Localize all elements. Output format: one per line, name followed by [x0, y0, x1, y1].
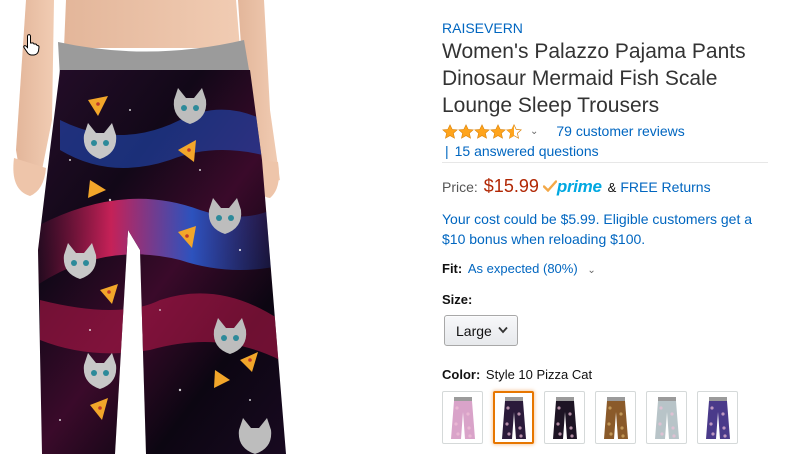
swatch-pants-thumbnail	[552, 396, 577, 439]
size-label: Size:	[442, 292, 473, 307]
price-value: $15.99	[483, 176, 539, 196]
color-selected-value: Style 10 Pizza Cat	[485, 367, 593, 382]
customer-reviews-link[interactable]: 79 customer reviews	[556, 123, 684, 139]
star-rating[interactable]	[442, 123, 522, 139]
chevron-down-icon	[498, 326, 508, 334]
qa-row: | 15 answered questions	[442, 143, 599, 159]
prime-check-icon	[542, 180, 557, 192]
swatch-pants-thumbnail	[603, 396, 628, 439]
price-label: Price:	[442, 179, 478, 195]
swatch-pants-thumbnail	[654, 396, 679, 439]
color-swatch-2[interactable]	[493, 391, 534, 444]
swatch-pants-thumbnail	[450, 396, 475, 439]
fit-chevron-down-icon[interactable]: ⌄	[587, 265, 595, 276]
free-returns-link[interactable]: FREE Returns	[620, 179, 710, 195]
star-icon	[474, 123, 490, 139]
swatch-pants-thumbnail	[501, 396, 526, 439]
color-swatch-6[interactable]	[697, 391, 738, 444]
color-swatch-4[interactable]	[595, 391, 636, 444]
star-icon	[490, 123, 506, 139]
product-title: Women's Palazzo Pajama Pants Dinosaur Me…	[442, 40, 746, 117]
rating-chevron-down-icon[interactable]: ⌄	[530, 126, 538, 137]
star-icon	[442, 123, 458, 139]
hand-cursor-icon	[23, 34, 40, 56]
fit-value-link[interactable]: As expected (80%)	[468, 261, 578, 276]
prime-word: prime	[556, 177, 602, 196]
product-image[interactable]	[0, 0, 430, 454]
fit-row: Fit: As expected (80%) ⌄	[442, 261, 596, 276]
color-row: Color: Style 10 Pizza Cat	[442, 367, 592, 382]
answered-questions-link[interactable]: 15 answered questions	[455, 143, 599, 159]
divider	[442, 162, 768, 163]
price-row: Price: $15.99 prime & FREE Returns	[442, 176, 711, 198]
fit-label: Fit:	[442, 261, 463, 276]
color-swatch-3[interactable]	[544, 391, 585, 444]
rating-row: ⌄ 79 customer reviews	[442, 122, 685, 140]
color-swatches	[442, 391, 748, 444]
brand-link[interactable]: RAISEVERN	[442, 20, 523, 36]
amp-text: &	[607, 180, 617, 195]
promo-link[interactable]: Your cost could be $5.99. Eligible custo…	[442, 209, 772, 249]
star-icon	[458, 123, 474, 139]
half-star-icon	[506, 123, 522, 139]
color-swatch-1[interactable]	[442, 391, 483, 444]
separator: |	[445, 143, 449, 159]
swatch-pants-thumbnail	[705, 396, 730, 439]
size-selected-value: Large	[456, 322, 492, 339]
prime-badge[interactable]: prime	[542, 177, 602, 197]
color-swatch-5[interactable]	[646, 391, 687, 444]
product-details: RAISEVERN Women's Palazzo Pajama Pants D…	[442, 0, 787, 454]
color-label: Color:	[442, 367, 481, 382]
size-dropdown[interactable]: Large	[444, 315, 518, 346]
